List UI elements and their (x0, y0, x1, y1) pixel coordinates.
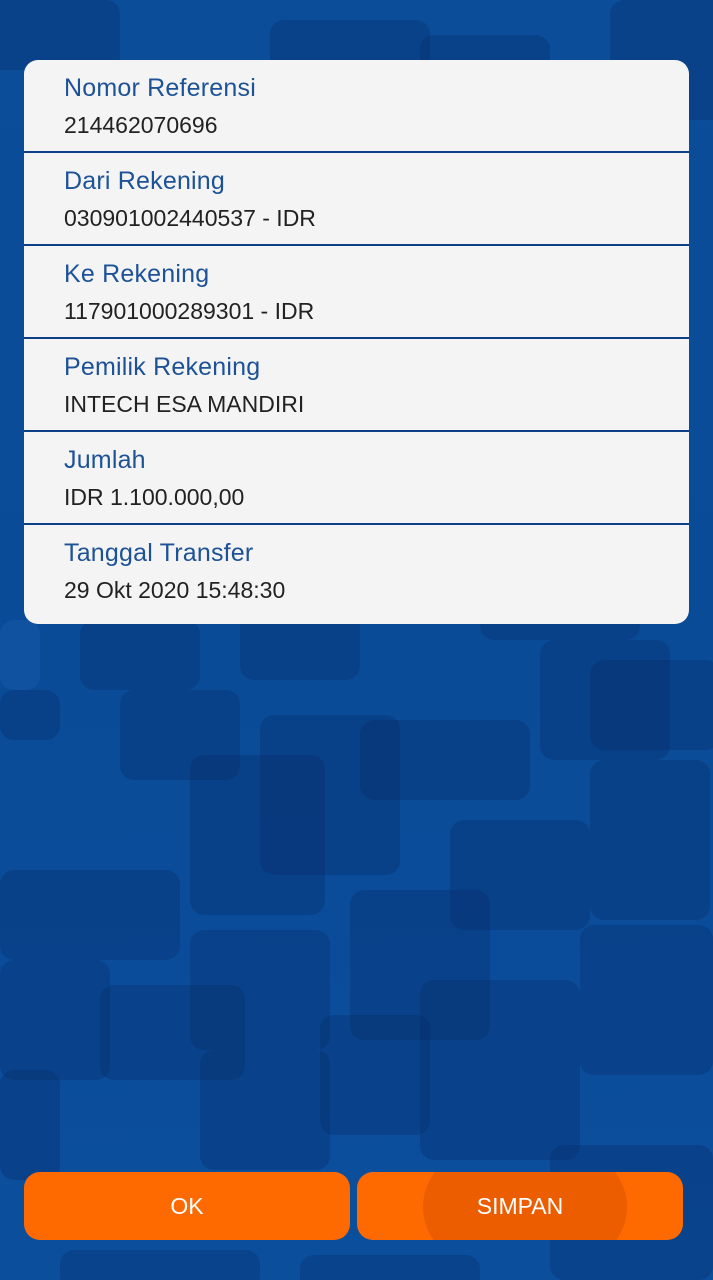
detail-label: Nomor Referensi (64, 74, 256, 102)
detail-value: 030901002440537 - IDR (64, 205, 316, 231)
detail-row-amount: Jumlah IDR 1.100.000,00 (24, 432, 689, 525)
save-button[interactable]: SIMPAN (357, 1172, 683, 1240)
detail-value: INTECH ESA MANDIRI (64, 391, 305, 417)
detail-row-source-account: Dari Rekening 030901002440537 - IDR (24, 153, 689, 246)
detail-value: 29 Okt 2020 15:48:30 (64, 577, 286, 603)
ok-button-label: OK (170, 1192, 204, 1219)
detail-label: Dari Rekening (64, 167, 226, 195)
detail-row-account-owner: Pemilik Rekening INTECH ESA MANDIRI (24, 339, 689, 432)
detail-row-destination-account: Ke Rekening 117901000289301 - IDR (24, 246, 689, 339)
save-button-label: SIMPAN (476, 1192, 564, 1219)
detail-value: 117901000289301 - IDR (64, 298, 315, 324)
transfer-details-card: Nomor Referensi 214462070696 Dari Rekeni… (24, 60, 689, 624)
detail-label: Ke Rekening (64, 260, 210, 288)
detail-value: 214462070696 (64, 112, 218, 138)
detail-row-reference: Nomor Referensi 214462070696 (24, 60, 689, 153)
detail-label: Pemilik Rekening (64, 353, 261, 381)
detail-row-transfer-date: Tanggal Transfer 29 Okt 2020 15:48:30 (24, 525, 689, 619)
ok-button[interactable]: OK (24, 1172, 350, 1240)
detail-value: IDR 1.100.000,00 (64, 484, 245, 510)
detail-label: Tanggal Transfer (64, 539, 254, 567)
detail-label: Jumlah (64, 446, 146, 474)
